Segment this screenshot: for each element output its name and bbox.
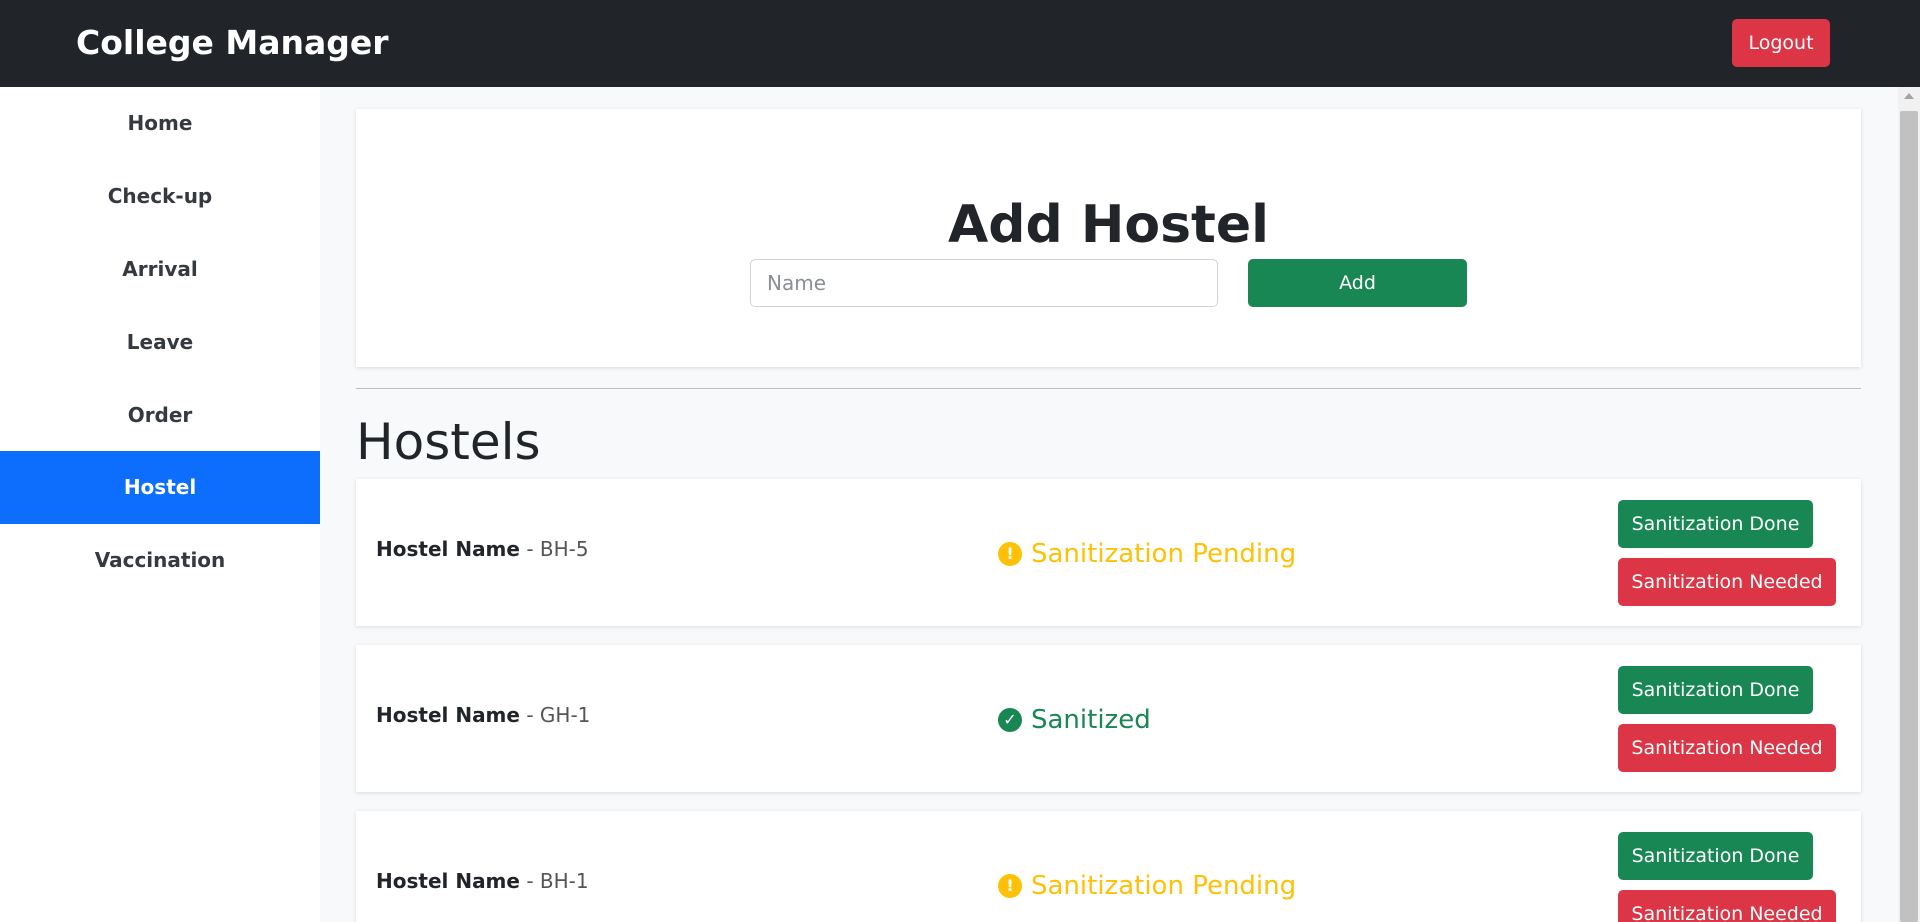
scroll-up-arrow-icon[interactable] (1904, 93, 1914, 99)
hostel-name-label: Hostel Name (376, 869, 520, 893)
hostel-card: Hostel Name - BH-1 ! Sanitization Pendin… (356, 811, 1861, 922)
hostel-name-separator: - (526, 869, 534, 893)
sanitization-needed-button[interactable]: Sanitization Needed (1618, 558, 1836, 606)
sidebar-item-leave[interactable]: Leave (0, 306, 320, 379)
sanitization-done-button[interactable]: Sanitization Done (1618, 500, 1813, 548)
add-hostel-button[interactable]: Add (1248, 259, 1467, 307)
add-hostel-title: Add Hostel (948, 195, 1269, 255)
app-brand[interactable]: College Manager (76, 22, 389, 64)
sanitization-needed-button[interactable]: Sanitization Needed (1618, 724, 1836, 772)
sanitization-status: ✓ Sanitized (998, 703, 1151, 737)
page-scrollbar[interactable] (1898, 87, 1920, 922)
scrollbar-thumb[interactable] (1900, 111, 1918, 922)
hostel-name-label: Hostel Name (376, 537, 520, 561)
sanitization-status-text: Sanitization Pending (1031, 871, 1297, 901)
check-circle-icon: ✓ (998, 708, 1022, 732)
sanitization-status-text: Sanitization Pending (1031, 539, 1297, 569)
add-hostel-card: Add Hostel Add (356, 109, 1861, 367)
hostel-name-input[interactable] (750, 259, 1218, 307)
sidebar-item-hostel[interactable]: Hostel (0, 451, 320, 524)
hostel-name-separator: - (526, 537, 534, 561)
sanitization-status: ! Sanitization Pending (998, 869, 1296, 903)
hostel-name: Hostel Name - BH-5 (376, 535, 589, 563)
sidebar-item-home[interactable]: Home (0, 87, 320, 160)
sanitization-status: ! Sanitization Pending (998, 537, 1296, 571)
sanitization-needed-button[interactable]: Sanitization Needed (1618, 890, 1836, 922)
sidebar-item-check-up[interactable]: Check-up (0, 160, 320, 233)
hostel-card: Hostel Name - GH-1 ✓ Sanitized Sanitizat… (356, 645, 1861, 792)
hostel-name-value: GH-1 (539, 703, 591, 727)
hostel-name: Hostel Name - BH-1 (376, 867, 589, 895)
section-divider (356, 388, 1861, 389)
exclamation-circle-icon: ! (998, 542, 1022, 566)
hostel-name-label: Hostel Name (376, 703, 520, 727)
exclamation-circle-icon: ! (998, 874, 1022, 898)
hostel-card: Hostel Name - BH-5 ! Sanitization Pendin… (356, 479, 1861, 626)
sidebar-item-order[interactable]: Order (0, 379, 320, 452)
sanitization-status-text: Sanitized (1031, 705, 1151, 735)
hostel-name-value: BH-5 (539, 537, 589, 561)
sidebar-item-arrival[interactable]: Arrival (0, 233, 320, 306)
hostel-name-value: BH-1 (539, 869, 589, 893)
main-content: Add Hostel Add Hostels Hostel Name - BH-… (320, 87, 1898, 922)
hostel-name-separator: - (526, 703, 534, 727)
logout-button[interactable]: Logout (1732, 19, 1830, 67)
hostel-name: Hostel Name - GH-1 (376, 701, 590, 729)
sanitization-done-button[interactable]: Sanitization Done (1618, 666, 1813, 714)
sidebar: Home Check-up Arrival Leave Order Hostel… (0, 87, 320, 922)
sidebar-item-vaccination[interactable]: Vaccination (0, 524, 320, 597)
hostels-title: Hostels (356, 413, 541, 471)
top-navbar: College Manager Logout (0, 0, 1920, 87)
sanitization-done-button[interactable]: Sanitization Done (1618, 832, 1813, 880)
